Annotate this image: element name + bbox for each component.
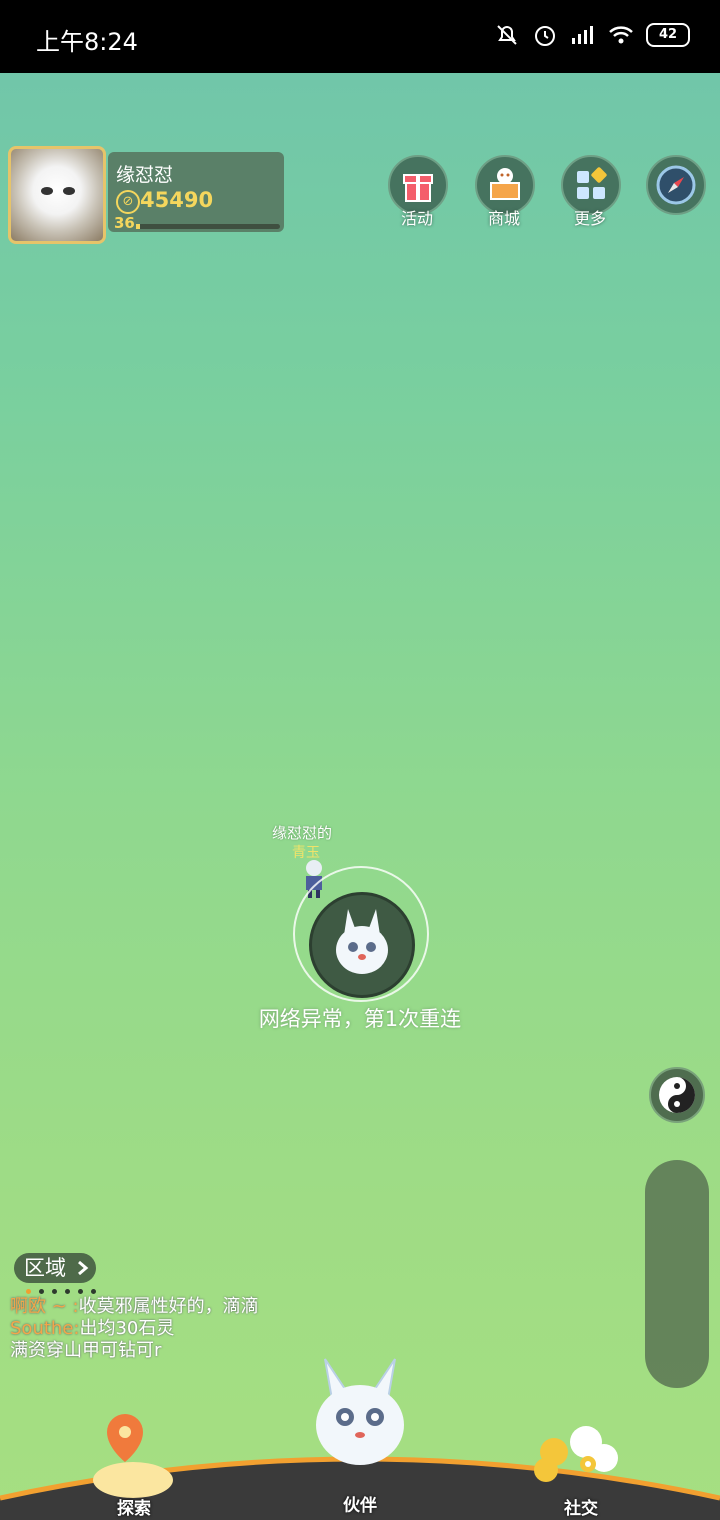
nav-explore[interactable]: 探索 — [85, 1410, 185, 1520]
nav-explore-label: 探索 — [117, 1499, 151, 1519]
chat-text: 收莫邪属性好的，滴滴 — [78, 1296, 259, 1317]
battery-icon: 42 — [646, 23, 690, 47]
status-time: 上午8:24 — [36, 28, 138, 56]
avatar[interactable] — [8, 146, 106, 244]
compass-icon — [656, 165, 696, 205]
activity-button[interactable]: 活动 — [388, 155, 448, 228]
player-level: 36 — [114, 214, 135, 232]
reconnect-message: 网络异常，第1次重连 — [258, 1007, 462, 1031]
chat-user: Southe: — [10, 1318, 80, 1339]
more-button[interactable]: 更多 — [561, 155, 621, 228]
page-dot — [52, 1289, 57, 1294]
chat-message: 啊欧 ~ :收莫邪属性好的，滴滴 — [10, 1296, 259, 1318]
yinyang-icon — [659, 1077, 695, 1113]
chevron-right-icon — [78, 1260, 89, 1276]
page-dot — [26, 1289, 31, 1294]
xp-bar-fill — [136, 224, 141, 229]
mute-icon — [497, 25, 517, 45]
pet-owner-label: 缘怼怼的 — [272, 824, 333, 842]
avatar-eye — [41, 187, 53, 195]
alarm-icon — [535, 26, 555, 46]
page-dot — [78, 1289, 83, 1294]
xp-bar — [136, 224, 280, 229]
coin-count: 45490 — [140, 188, 214, 212]
chat-text: 出均30石灵 — [79, 1318, 175, 1339]
spirit-icon — [336, 909, 388, 974]
chat-message: Southe:出均30石灵 — [10, 1318, 259, 1340]
status-icons: 42 — [494, 22, 690, 48]
chat-message: 满资穿山甲可钻可r — [10, 1340, 259, 1362]
nav-partner[interactable]: 伙伴 — [305, 1355, 415, 1520]
partner-spirit-icon — [316, 1358, 404, 1465]
yinyang-button[interactable] — [649, 1067, 705, 1123]
pet-spirit-button[interactable] — [309, 892, 415, 998]
shop-button[interactable]: 商城 — [475, 155, 535, 228]
shop-label: 商城 — [487, 209, 520, 228]
chat-user: 啊欧 ~ : — [10, 1296, 79, 1317]
page-dot — [91, 1289, 96, 1294]
nav-partner-label: 伙伴 — [343, 1496, 377, 1516]
flower-icon — [534, 1426, 618, 1482]
avatar-eye — [63, 187, 75, 195]
region-label: 区域 — [24, 1256, 66, 1280]
page-dot — [39, 1289, 44, 1294]
map-pin-icon — [93, 1414, 173, 1498]
nav-social[interactable]: 社交 — [532, 1412, 632, 1520]
page-dot — [65, 1289, 70, 1294]
side-drawer[interactable] — [645, 1160, 709, 1388]
chat-feed[interactable]: 啊欧 ~ :收莫邪属性好的，滴滴 Southe:出均30石灵 满资穿山甲可钻可r — [10, 1296, 259, 1362]
region-button[interactable]: 区域 — [14, 1253, 96, 1283]
coin-icon: ⊘ — [116, 190, 140, 214]
player-name: 缘怼怼 — [116, 164, 174, 186]
chat-text: 满资穿山甲可钻可r — [10, 1340, 162, 1361]
signal-icon — [572, 26, 593, 44]
nav-social-label: 社交 — [564, 1499, 598, 1519]
player-info-panel: 缘怼怼 ⊘ 45490 36 — [108, 152, 284, 232]
more-label: 更多 — [573, 209, 606, 228]
activity-label: 活动 — [400, 209, 433, 228]
chat-page-indicator — [26, 1289, 96, 1294]
compass-button[interactable] — [646, 155, 706, 215]
status-bar: 上午8:24 42 — [0, 0, 720, 73]
wifi-icon — [609, 26, 633, 44]
